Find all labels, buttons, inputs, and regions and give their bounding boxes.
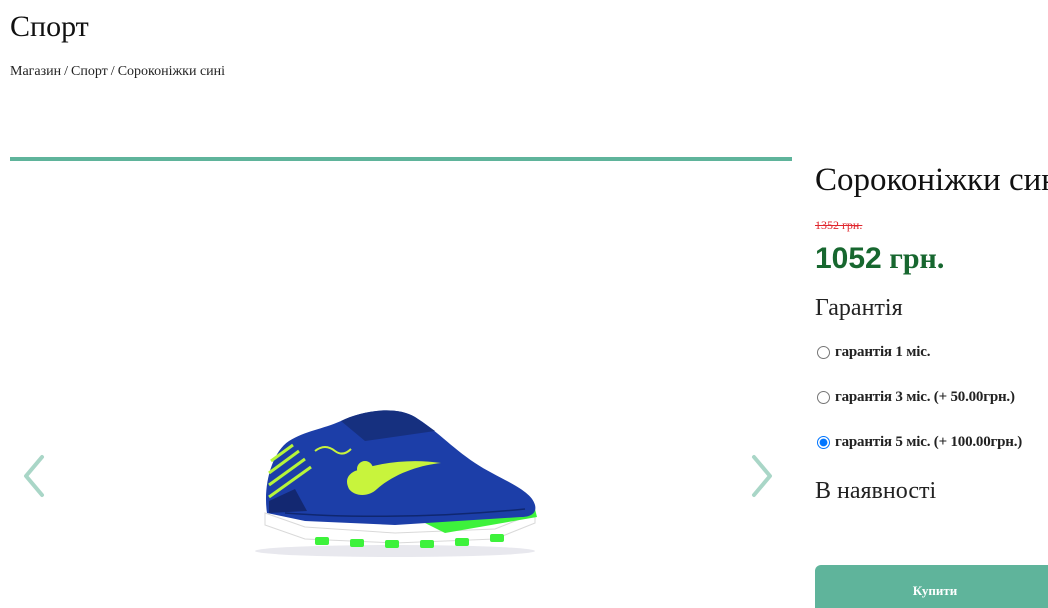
warranty-option-label: гарантія 1 міс. [835, 343, 931, 360]
warranty-radio-1[interactable] [817, 345, 830, 359]
breadcrumb-shop[interactable]: Магазин [10, 64, 61, 79]
warranty-option-label: гарантія 5 міс. (+ 100.00грн.) [835, 433, 1023, 450]
page-title: Спорт [10, 10, 89, 43]
product-page: Спорт Магазин/Спорт/Сороконіжки сині [0, 0, 1048, 608]
warranty-radio-5[interactable] [817, 435, 830, 449]
product-title: Сороконіжки сині [815, 162, 1048, 198]
chevron-right-icon[interactable] [748, 451, 778, 501]
warranty-option-label: гарантія 3 міс. (+ 50.00грн.) [835, 388, 1015, 405]
breadcrumb-separator: / [110, 64, 115, 79]
new-price-number: 1052 [815, 242, 882, 275]
breadcrumb-sport[interactable]: Спорт [71, 64, 108, 79]
chevron-left-icon[interactable] [18, 451, 48, 501]
warranty-title: Гарантія [815, 295, 903, 321]
warranty-options: гарантія 1 міс. гарантія 3 міс. (+ 50.00… [815, 341, 1048, 453]
buy-button[interactable]: Купити [815, 565, 1048, 608]
warranty-option-1[interactable]: гарантія 1 міс. [815, 341, 1048, 363]
warranty-radio-3[interactable] [817, 390, 830, 404]
breadcrumb-current: Сороконіжки сині [117, 64, 226, 79]
new-price: 1052 грн. [815, 239, 1048, 279]
product-info: Сороконіжки сині 1352 грн. 1052 грн. Гар… [815, 160, 1048, 506]
old-price: 1352 грн. [815, 218, 863, 232]
availability-status: В наявності [815, 478, 937, 504]
new-price-currency: грн. [889, 242, 945, 275]
breadcrumb: Магазин / Спорт / Сороконіжки сині [10, 64, 225, 80]
breadcrumb-separator: / [64, 64, 69, 79]
warranty-option-5[interactable]: гарантія 5 міс. (+ 100.00грн.) [815, 431, 1048, 453]
product-gallery [10, 161, 792, 608]
warranty-option-3[interactable]: гарантія 3 міс. (+ 50.00грн.) [815, 386, 1048, 408]
shoe-image [245, 401, 545, 561]
